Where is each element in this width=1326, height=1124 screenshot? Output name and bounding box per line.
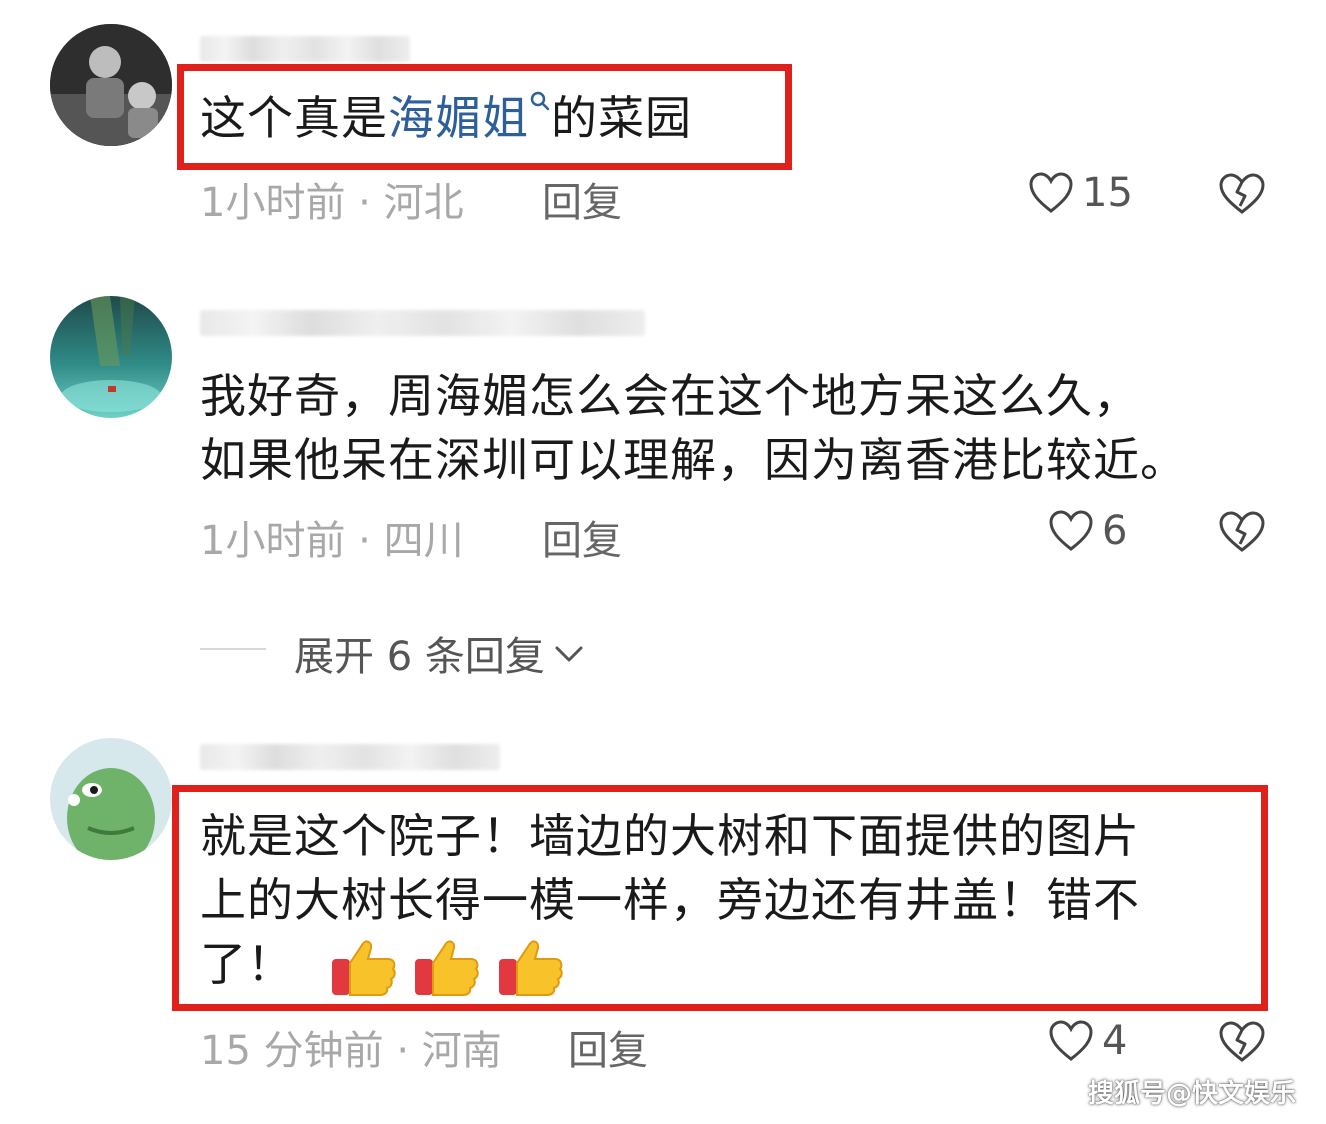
dislike-button[interactable] xyxy=(1218,510,1266,558)
username-blurred[interactable] xyxy=(200,36,410,62)
reply-button[interactable]: 回复 xyxy=(542,170,622,228)
broken-heart-icon xyxy=(1219,1021,1265,1062)
heart-icon xyxy=(1049,1020,1093,1061)
dislike-button[interactable] xyxy=(1218,1020,1266,1068)
broken-heart-icon xyxy=(1219,511,1265,552)
chevron-down-icon[interactable] xyxy=(551,638,587,668)
heart-icon xyxy=(1049,510,1093,551)
comment-text: 就是这个院子！墙边的大树和下面提供的图片 上的大树长得一模一样，旁边还有井盖！错… xyxy=(200,804,1140,999)
comment-line: 了！ xyxy=(200,937,294,991)
like-button[interactable]: 15 xyxy=(1028,170,1133,216)
dislike-button[interactable] xyxy=(1218,172,1266,220)
thumbs-up-emoji-group xyxy=(330,937,565,996)
like-button[interactable]: 6 xyxy=(1048,508,1127,554)
search-icon[interactable] xyxy=(529,90,551,116)
like-count: 6 xyxy=(1102,508,1128,554)
heart-icon xyxy=(1029,172,1073,213)
expand-divider xyxy=(200,648,266,650)
comment-line: 就是这个院子！墙边的大树和下面提供的图片 xyxy=(200,809,1140,863)
username-blurred[interactable] xyxy=(200,744,500,770)
like-count: 15 xyxy=(1082,170,1133,216)
comment-line-last: 了！ xyxy=(200,932,1140,999)
username-blurred[interactable] xyxy=(200,310,645,336)
like-count: 4 xyxy=(1102,1018,1128,1064)
search-keyword-link[interactable]: 海媚姐 xyxy=(388,91,551,145)
avatar[interactable] xyxy=(50,296,172,418)
comment-meta: 15 分钟前 · 河南 xyxy=(200,1028,502,1074)
comment-text-prefix: 这个真是 xyxy=(200,91,388,145)
expand-replies-button[interactable]: 展开 6 条回复 xyxy=(294,624,587,682)
avatar[interactable] xyxy=(50,24,172,146)
comment-meta: 1小时前 · 四川 xyxy=(200,518,464,564)
comment-line: 如果他呆在深圳可以理解，因为离香港比较近。 xyxy=(200,433,1187,487)
watermark: 搜狐号@快文娱乐 xyxy=(1087,1079,1296,1109)
comment-meta: 1小时前 · 河北 xyxy=(200,180,464,226)
avatar[interactable] xyxy=(50,738,172,860)
thumbs-up-emoji xyxy=(415,939,479,996)
broken-heart-icon xyxy=(1219,173,1265,214)
comment-line: 上的大树长得一模一样，旁边还有井盖！错不 xyxy=(200,873,1140,927)
thumbs-up-emoji xyxy=(498,939,563,996)
comment-text-suffix: 的菜园 xyxy=(551,91,692,145)
comment-text: 这个真是海媚姐 的菜园 xyxy=(200,86,692,150)
reply-button[interactable]: 回复 xyxy=(568,1018,648,1076)
thumbs-up-emoji xyxy=(331,939,396,996)
reply-button[interactable]: 回复 xyxy=(542,508,622,566)
comment-line: 我好奇，周海媚怎么会在这个地方呆这么久， xyxy=(200,369,1140,423)
search-keyword-text[interactable]: 海媚姐 xyxy=(388,91,529,145)
expand-replies-label[interactable]: 展开 6 条回复 xyxy=(294,624,545,682)
like-button[interactable]: 4 xyxy=(1048,1018,1127,1064)
comment-text: 我好奇，周海媚怎么会在这个地方呆这么久， 如果他呆在深圳可以理解，因为离香港比较… xyxy=(200,364,1187,492)
